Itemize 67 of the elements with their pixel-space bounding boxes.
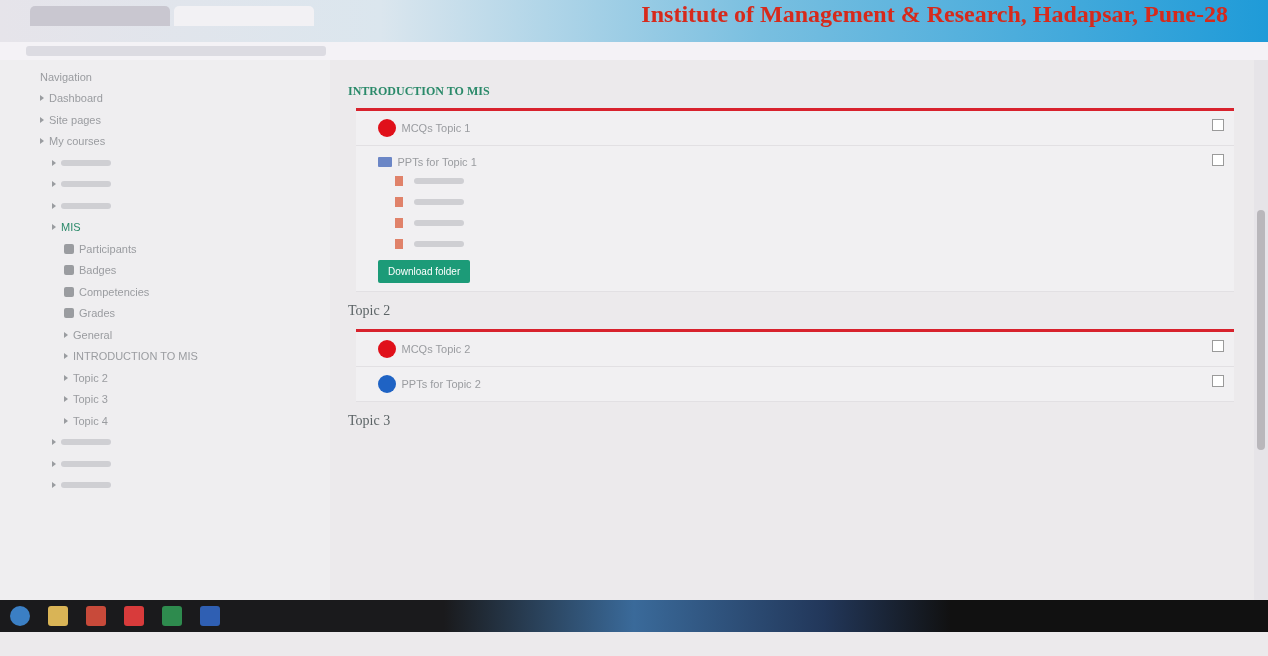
sidebar-link[interactable]: Grades <box>79 305 116 322</box>
blurred-file-link[interactable] <box>413 220 464 226</box>
completion-checkbox[interactable] <box>1212 340 1224 352</box>
expand-arrow-icon[interactable] <box>52 439 56 446</box>
expand-arrow-icon[interactable] <box>52 159 56 166</box>
app-icon[interactable] <box>124 606 144 626</box>
expand-arrow-icon[interactable] <box>52 460 56 467</box>
expand-arrow-icon[interactable] <box>64 374 68 381</box>
expand-arrow-icon[interactable] <box>40 95 44 102</box>
folder-icon <box>378 157 392 168</box>
expand-arrow-icon[interactable] <box>64 353 68 360</box>
sidebar-heading: Navigation <box>40 69 93 85</box>
activity-link[interactable]: PPTs for Topic 1 <box>397 154 477 171</box>
tool-icon <box>64 243 74 254</box>
sidebar-link[interactable]: General <box>73 326 113 343</box>
blurred-link[interactable] <box>61 460 111 467</box>
activity-link[interactable]: MCQs Topic 1 <box>401 119 471 137</box>
activity-link[interactable]: PPTs for Topic 2 <box>401 375 481 393</box>
sidebar-link[interactable]: Competencies <box>79 283 150 300</box>
sidebar-link[interactable]: Dashboard <box>49 90 103 107</box>
completion-checkbox[interactable] <box>1212 375 1224 387</box>
expand-arrow-icon[interactable] <box>52 181 56 188</box>
sidebar-link[interactable]: MIS <box>61 219 81 236</box>
tool-icon <box>64 286 74 297</box>
app-icon[interactable] <box>162 606 182 626</box>
expand-arrow-icon[interactable] <box>52 202 56 209</box>
start-icon[interactable] <box>10 606 30 626</box>
blurred-link[interactable] <box>61 202 111 209</box>
expand-arrow-icon[interactable] <box>40 116 44 123</box>
section-title: Topic 3 <box>347 412 392 430</box>
blurred-link[interactable] <box>61 159 111 166</box>
file-icon <box>394 218 403 228</box>
sidebar-link[interactable]: Badges <box>79 262 117 279</box>
file-icon <box>394 239 403 249</box>
sidebar-link[interactable]: My courses <box>49 133 106 150</box>
expand-arrow-icon[interactable] <box>52 224 56 231</box>
expand-arrow-icon[interactable] <box>52 482 56 489</box>
activity-link[interactable]: MCQs Topic 2 <box>401 340 471 358</box>
section-title: INTRODUCTION TO MIS <box>347 83 491 100</box>
file-icon <box>394 176 403 186</box>
blurred-file-link[interactable] <box>413 178 464 184</box>
app-icon[interactable] <box>48 606 68 626</box>
sidebar-link[interactable]: Participants <box>79 240 137 257</box>
sidebar-link[interactable]: Topic 3 <box>73 391 108 408</box>
blurred-link[interactable] <box>61 482 111 489</box>
expand-arrow-icon[interactable] <box>64 331 68 338</box>
sidebar-link[interactable]: INTRODUCTION TO MIS <box>73 348 198 365</box>
download-folder-button[interactable]: Download folder <box>378 260 471 283</box>
expand-arrow-icon[interactable] <box>64 396 68 403</box>
app-icon[interactable] <box>86 606 106 626</box>
blurred-file-link[interactable] <box>413 241 464 247</box>
blurred-link[interactable] <box>61 439 111 446</box>
expand-arrow-icon[interactable] <box>40 138 44 145</box>
tool-icon <box>64 308 74 319</box>
blurred-link[interactable] <box>61 181 111 188</box>
completion-checkbox[interactable] <box>1212 119 1224 131</box>
app-icon[interactable] <box>200 606 220 626</box>
sidebar-link[interactable]: Topic 2 <box>73 369 108 386</box>
sidebar-link[interactable]: Topic 4 <box>73 412 108 429</box>
expand-arrow-icon[interactable] <box>64 417 68 424</box>
completion-checkbox[interactable] <box>1212 154 1224 166</box>
section-title: Topic 2 <box>347 302 392 320</box>
sidebar-link[interactable]: Site pages <box>49 111 101 128</box>
tool-icon <box>64 265 74 276</box>
banner-title: Institute of Management & Research, Hadapsar, Pune-28 <box>641 0 1228 29</box>
file-icon <box>394 197 403 207</box>
blurred-file-link[interactable] <box>413 199 464 205</box>
